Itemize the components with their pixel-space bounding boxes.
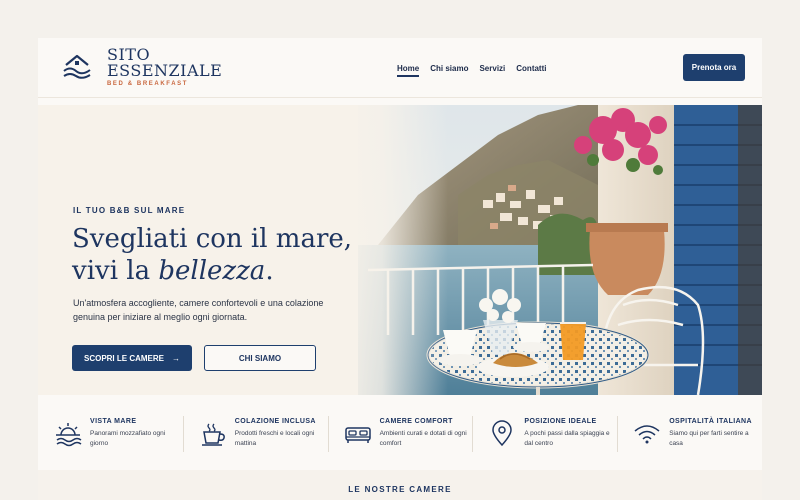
feature-title: OSPITALITÀ ITALIANA [669, 418, 752, 425]
arrow-right-icon: → [172, 353, 180, 363]
feature-breakfast: COLAZIONE INCLUSA Prodotti freschi e loc… [182, 412, 328, 462]
site-header: SITO ESSENZIALE BED & BREAKFAST Home Chi… [38, 38, 762, 98]
nav-item-servizi[interactable]: Servizi [479, 64, 505, 77]
brand-wordmark[interactable]: SITO ESSENZIALE BED & BREAKFAST [107, 47, 223, 88]
feature-title: POSIZIONE IDEALE [524, 418, 597, 425]
hero-lead: Un'atmosfera accogliente, camere confort… [73, 298, 324, 322]
about-us-button[interactable]: CHI SIAMO [204, 345, 316, 371]
feature-text: Panorami mozzafiato ogni giorno [90, 430, 166, 447]
nav-item-home[interactable]: Home [397, 64, 420, 77]
main-nav: Home Chi siamo Servizi Contatti [397, 64, 546, 77]
hero-title-suffix: . [265, 256, 274, 286]
nav-item-chi-siamo[interactable]: Chi siamo [430, 64, 468, 77]
rooms-section-title: LE NOSTRE CAMERE [348, 485, 452, 494]
wifi-icon [634, 425, 660, 444]
hero-eyebrow: IL TUO B&B SUL MARE [73, 206, 186, 215]
features-bar: VISTA MARE Panorami mozzafiato ogni gior… [38, 412, 762, 462]
hero-title-line-1: Svegliati con il mare, [72, 224, 353, 254]
location-pin-icon [492, 420, 513, 447]
feature-hospitality: OSPITALITÀ ITALIANA Siamo qui per farti … [617, 412, 762, 462]
coffee-cup-icon [201, 423, 225, 446]
feature-title: VISTA MARE [90, 418, 137, 425]
brand-line-2: ESSENZIALE [107, 61, 223, 80]
feature-title: CAMERE COMFORT [379, 418, 453, 425]
bed-icon [344, 427, 371, 443]
feature-comfort: CAMERE COMFORT Ambienti curati e dotati … [327, 412, 473, 462]
page: SITO ESSENZIALE BED & BREAKFAST Home Chi… [38, 38, 762, 500]
brand-tagline: BED & BREAKFAST [107, 81, 189, 87]
sunset-sea-icon [56, 423, 82, 447]
discover-rooms-label: SCOPRI LE CAMERE [83, 353, 164, 363]
hero-title-prefix: vivi la [72, 256, 159, 286]
discover-rooms-button[interactable]: SCOPRI LE CAMERE → [72, 345, 192, 371]
hero-title: Svegliati con il mare, vivi la bellezza. [72, 223, 362, 287]
feature-text: Ambienti curati e dotati di ogni comfort [379, 430, 467, 447]
house-wave-logo-icon[interactable] [62, 52, 92, 80]
nav-item-contatti[interactable]: Contatti [516, 64, 546, 77]
feature-location: POSIZIONE IDEALE A pochi passi dalla spi… [472, 412, 617, 462]
feature-title: COLAZIONE INCLUSA [234, 418, 316, 425]
feature-text: A pochi passi dalla spiaggia e dal centr… [524, 430, 610, 447]
feature-text: Siamo qui per farti sentire a casa [669, 430, 749, 447]
feature-sea-view: VISTA MARE Panorami mozzafiato ogni gior… [38, 412, 183, 462]
book-now-button[interactable]: Prenota ora [683, 54, 745, 81]
feature-text: Prodotti freschi e locali ogni mattina [234, 430, 315, 447]
hero-section: IL TUO B&B SUL MARE Svegliati con il mar… [38, 105, 762, 395]
hero-title-italic: bellezza [158, 256, 266, 286]
